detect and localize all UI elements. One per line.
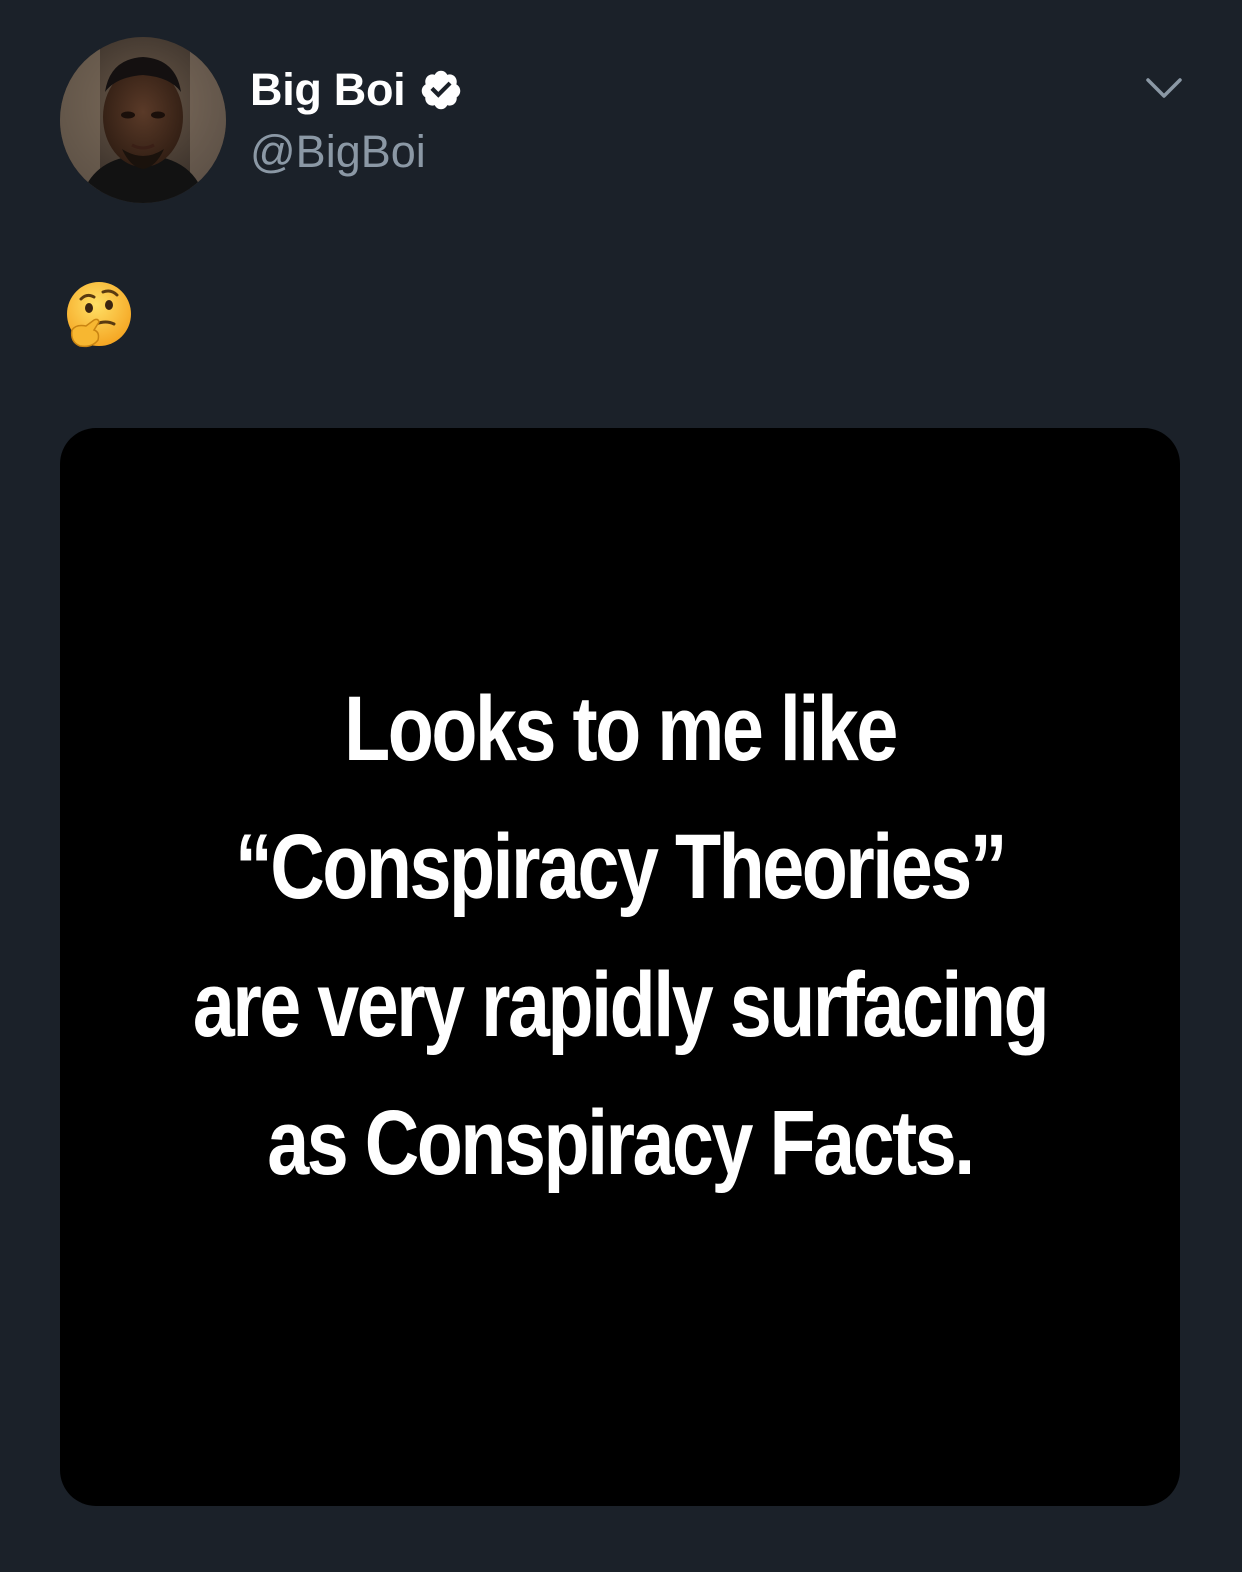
media-text-line: Looks to me like bbox=[344, 678, 898, 780]
author-display-name[interactable]: Big Boi bbox=[250, 62, 406, 118]
media-text: Looks to me like “Conspiracy Theories” a… bbox=[161, 660, 1079, 1212]
author-name-row[interactable]: Big Boi bbox=[250, 62, 463, 118]
author-handle[interactable]: @BigBoi bbox=[250, 124, 426, 180]
verified-badge-icon bbox=[422, 70, 461, 110]
avatar-image bbox=[60, 37, 226, 203]
media-text-line: “Conspiracy Theories” bbox=[234, 816, 1008, 918]
media-text-line: are very rapidly surfacing bbox=[192, 954, 1050, 1056]
media-text-line: as Conspiracy Facts. bbox=[267, 1092, 975, 1194]
tweet-media-image[interactable]: Looks to me like “Conspiracy Theories” a… bbox=[60, 428, 1180, 1506]
tweet: Big Boi @BigBoi Looks to me like “Conspi… bbox=[0, 0, 1242, 1572]
chevron-down-icon[interactable] bbox=[1140, 68, 1188, 108]
thinking-face-emoji bbox=[67, 282, 131, 348]
avatar[interactable] bbox=[60, 37, 226, 203]
